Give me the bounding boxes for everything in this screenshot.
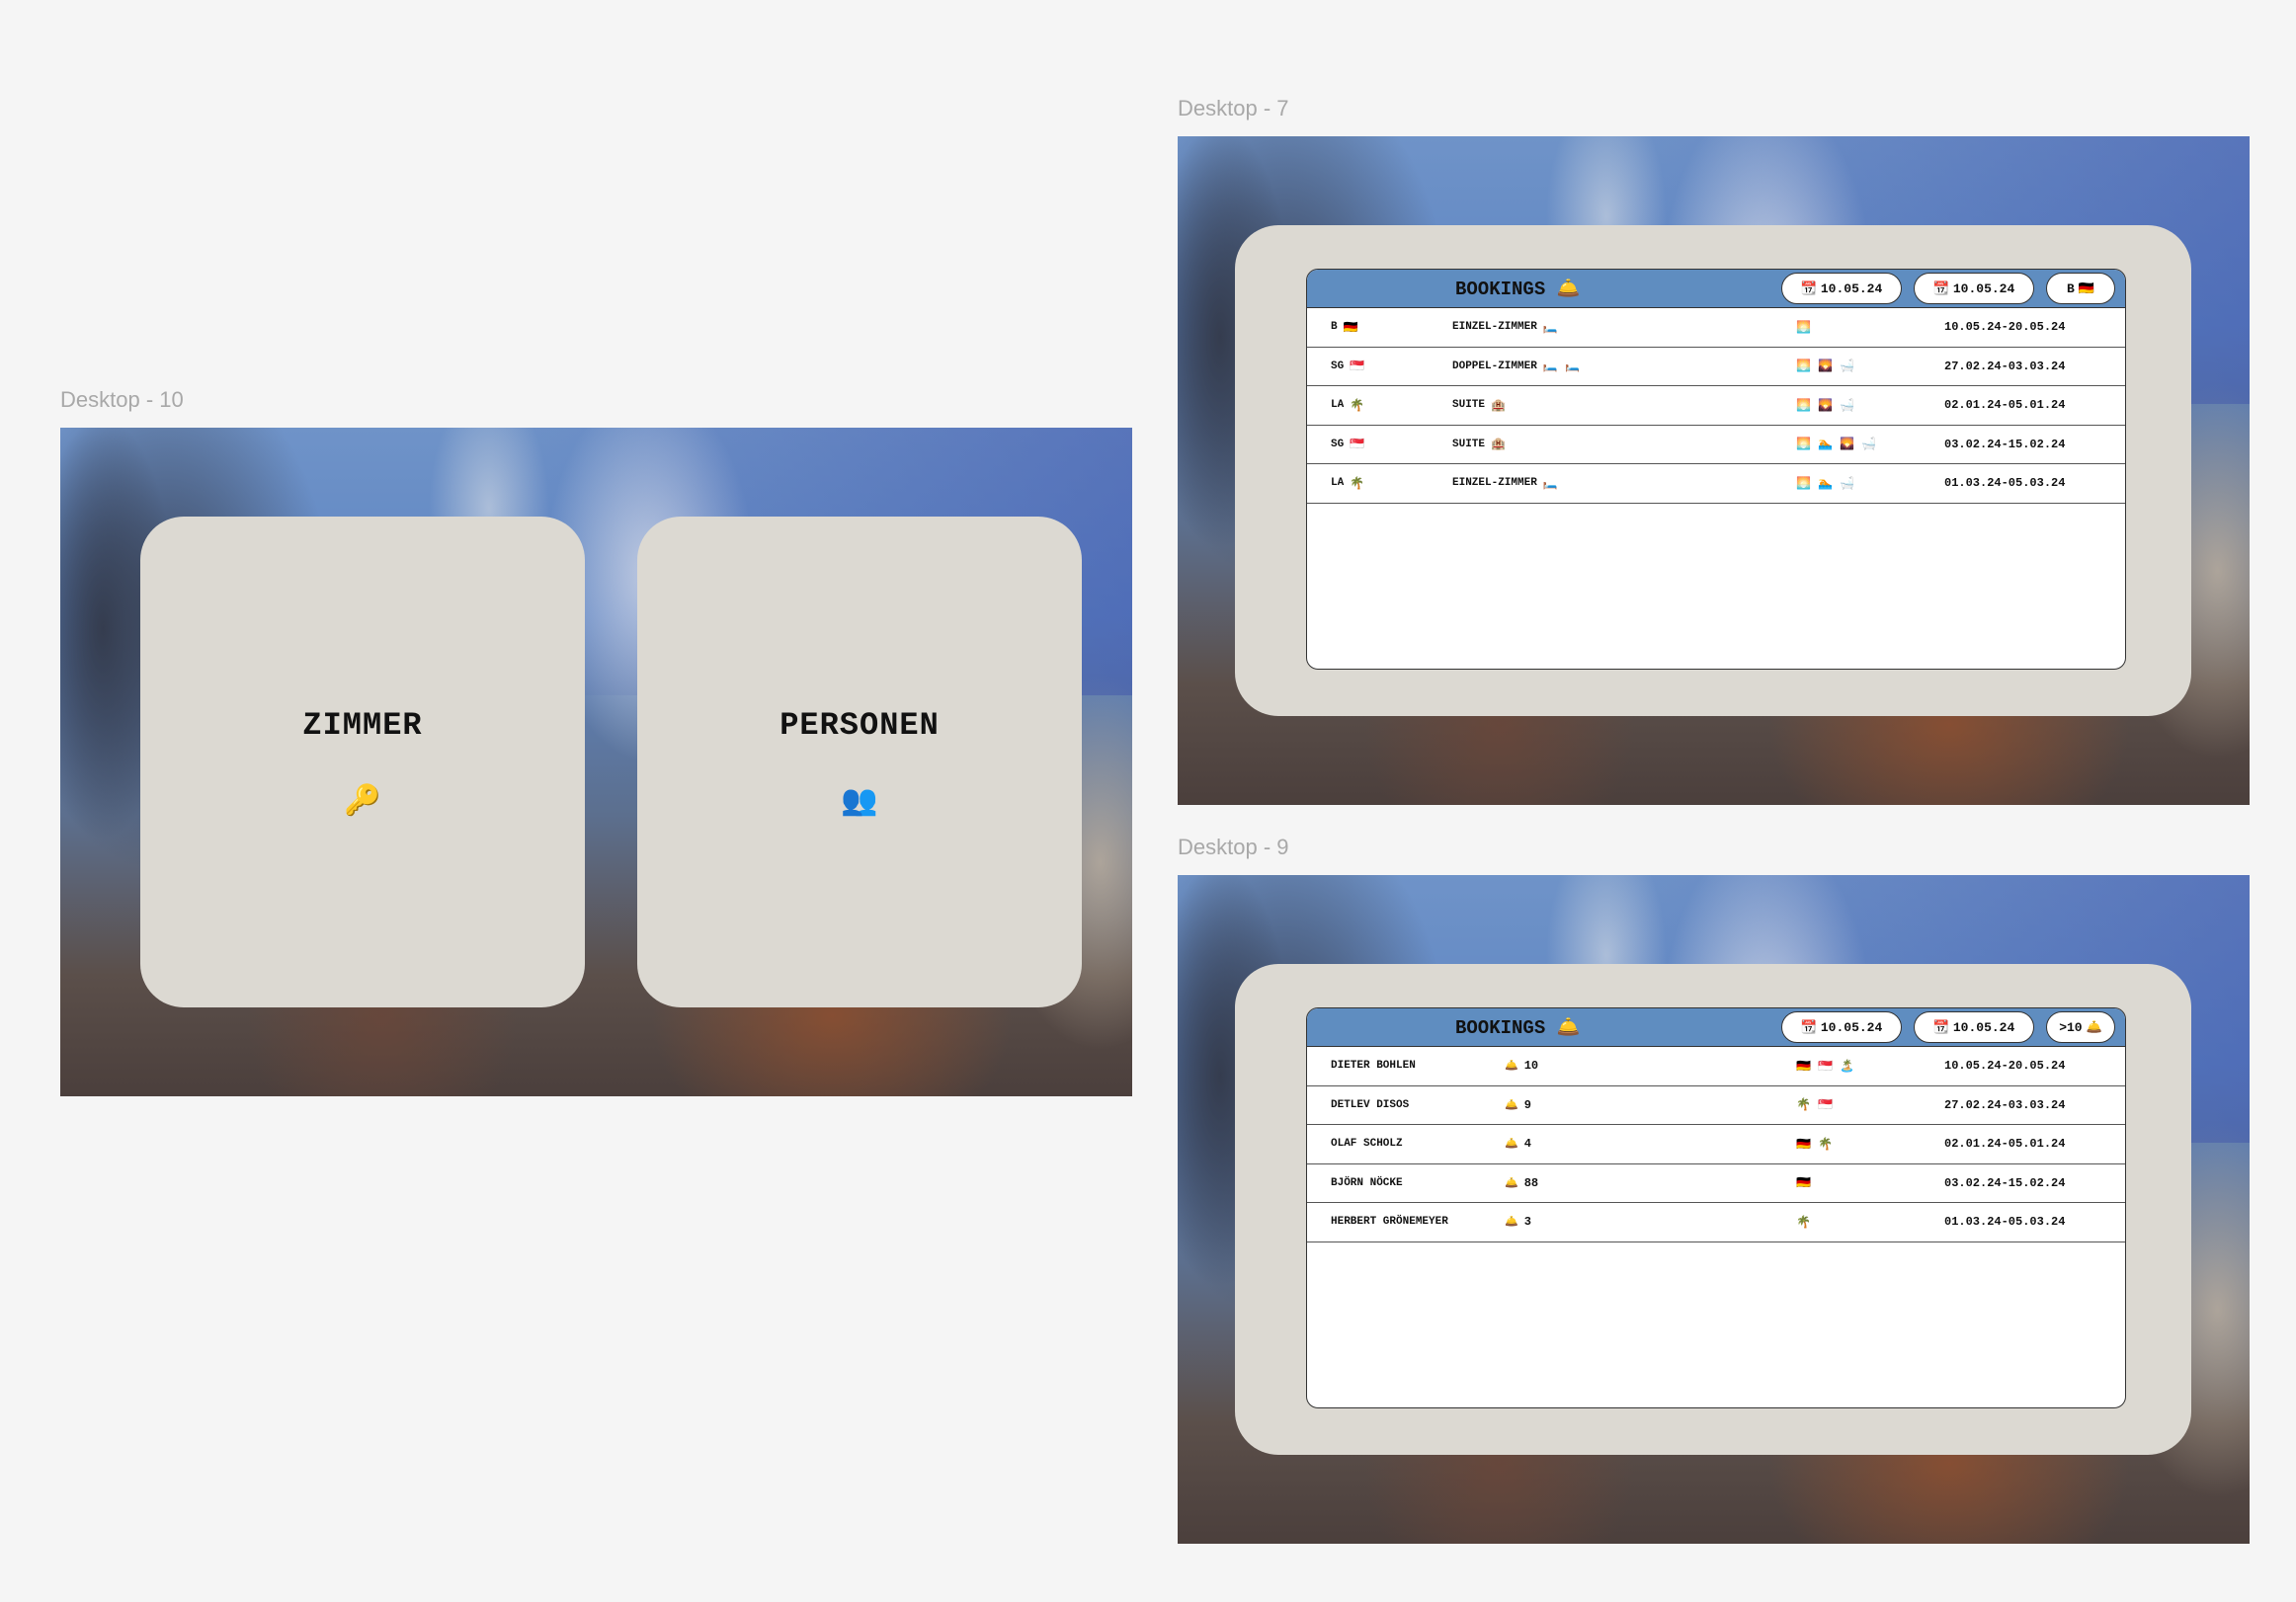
bookings-header: BOOKINGS 🛎️ 📆 10.05.24 📆 10.05.24 B 🇩🇪	[1307, 270, 2125, 308]
date-range: 27.02.24-03.03.24	[1944, 1097, 2066, 1112]
date-to-filter[interactable]: 📆 10.05.24	[1914, 1011, 2034, 1043]
bell-icon: 🛎️	[1505, 1139, 1518, 1152]
person-name: DIETER BOHLEN	[1331, 1060, 1416, 1073]
place-icons: 🇩🇪 🇸🇬 🏝️	[1796, 1059, 1855, 1074]
bookings-panel: BOOKINGS 🛎️ 📆 10.05.24 📆 10.05.24 >10 🛎️…	[1235, 964, 2191, 1455]
zimmer-title: ZIMMER	[302, 706, 423, 744]
bell-icon: 🛎️	[1505, 1177, 1518, 1190]
personen-title: PERSONEN	[779, 706, 940, 744]
booking-count: 10	[1523, 1059, 1539, 1074]
frame-label-desktop-7: Desktop - 7	[1178, 96, 1289, 120]
palm-tree-icon: 🌴	[1350, 476, 1365, 491]
bookings-table: BOOKINGS 🛎️ 📆 10.05.24 📆 10.05.24 >10 🛎️…	[1306, 1007, 2126, 1408]
hotel-icon: 🏨	[1491, 398, 1506, 413]
date-range: 01.03.24-05.03.24	[1944, 476, 2066, 491]
bed-icon: 🛏️	[1542, 320, 1558, 335]
place-icons: 🌴	[1796, 1215, 1811, 1230]
date-range: 03.02.24-15.02.24	[1944, 437, 2066, 451]
calendar-icon: 📆	[1932, 1019, 1949, 1035]
location-filter[interactable]: B 🇩🇪	[2046, 273, 2115, 304]
calendar-icon: 📆	[1800, 1019, 1817, 1035]
amenity-icons: 🌅 🏊 🌄 🛁	[1796, 438, 1877, 452]
bed-icon: 🛏️ 🛏️	[1542, 360, 1580, 374]
bed-icon: 🛏️	[1542, 476, 1558, 491]
date-range: 10.05.24-20.05.24	[1944, 1059, 2066, 1074]
date-range: 03.02.24-15.02.24	[1944, 1175, 2066, 1190]
amenity-icons: 🌅 🏊 🛁	[1796, 476, 1855, 491]
calendar-icon: 📆	[1800, 280, 1817, 296]
booking-count: 9	[1523, 1097, 1531, 1112]
bell-icon: 🛎️	[2086, 1019, 2102, 1035]
date-range: 02.01.24-05.01.24	[1944, 398, 2066, 413]
bookings-count-filter[interactable]: >10 🛎️	[2046, 1011, 2115, 1043]
amenity-icons: 🌅 🌄 🛁	[1796, 360, 1855, 374]
date-range: 02.01.24-05.01.24	[1944, 1137, 2066, 1152]
zimmer-tile[interactable]: ZIMMER 🔑	[140, 517, 585, 1007]
place-icons: 🇩🇪 🌴	[1796, 1137, 1834, 1152]
hotel-icon: 🏨	[1491, 438, 1506, 452]
booking-count: 3	[1523, 1215, 1531, 1230]
date-to-filter[interactable]: 📆 10.05.24	[1914, 273, 2034, 304]
bell-icon: 🛎️	[1505, 1099, 1518, 1112]
bookings-table: BOOKINGS 🛎️ 📆 10.05.24 📆 10.05.24 B 🇩🇪 B…	[1306, 269, 2126, 670]
date-from-filter[interactable]: 📆 10.05.24	[1781, 273, 1902, 304]
date-from-filter[interactable]: 📆 10.05.24	[1781, 1011, 1902, 1043]
bookings-panel: BOOKINGS 🛎️ 📆 10.05.24 📆 10.05.24 B 🇩🇪 B…	[1235, 225, 2191, 716]
flag-germany-icon: 🇩🇪	[1343, 320, 1358, 335]
table-row[interactable]: SG 🇸🇬 DOPPEL-ZIMMER 🛏️ 🛏️ 🌅 🌄 🛁 27.02.24-0…	[1307, 348, 2125, 386]
frame-label-desktop-10: Desktop - 10	[60, 387, 184, 412]
table-row[interactable]: DETLEV DISOS 🛎️ 9 🌴 🇸🇬 27.02.24-03.03.24	[1307, 1086, 2125, 1125]
table-row[interactable]: SG 🇸🇬 SUITE 🏨 🌅 🏊 🌄 🛁 03.02.24-15.02.24	[1307, 426, 2125, 464]
key-icon: 🔑	[344, 783, 381, 817]
bookings-title: BOOKINGS 🛎️	[1455, 279, 1581, 300]
person-name: DETLEV DISOS	[1331, 1098, 1410, 1111]
place-icons: 🇩🇪	[1796, 1176, 1811, 1191]
bookings-header: BOOKINGS 🛎️ 📆 10.05.24 📆 10.05.24 >10 🛎️	[1307, 1008, 2125, 1047]
booking-count: 88	[1523, 1175, 1539, 1190]
bell-icon: 🛎️	[1556, 1017, 1581, 1039]
people-icon: 👥	[841, 783, 878, 817]
personen-tile[interactable]: PERSONEN 👥	[637, 517, 1082, 1007]
frame-label-desktop-9: Desktop - 9	[1178, 835, 1289, 859]
table-row[interactable]: OLAF SCHOLZ 🛎️ 4 🇩🇪 🌴 02.01.24-05.01.24	[1307, 1125, 2125, 1164]
bookings-title: BOOKINGS 🛎️	[1455, 1017, 1581, 1039]
flag-germany-icon: 🇩🇪	[2078, 280, 2094, 296]
place-icons: 🌴 🇸🇬	[1796, 1098, 1834, 1113]
booking-count: 4	[1523, 1137, 1531, 1152]
desktop-10-frame: ZIMMER 🔑 PERSONEN 👥	[60, 428, 1132, 1096]
amenity-icons: 🌅	[1796, 320, 1811, 335]
table-row[interactable]: BJÖRN NÖCKE 🛎️ 88 🇩🇪 03.02.24-15.02.24	[1307, 1164, 2125, 1203]
flag-singapore-icon: 🇸🇬	[1350, 438, 1365, 452]
desktop-7-frame: BOOKINGS 🛎️ 📆 10.05.24 📆 10.05.24 B 🇩🇪 B…	[1178, 136, 2250, 805]
flag-singapore-icon: 🇸🇬	[1350, 360, 1365, 374]
date-range: 10.05.24-20.05.24	[1944, 320, 2066, 335]
date-range: 27.02.24-03.03.24	[1944, 359, 2066, 373]
table-row[interactable]: LA 🌴 EINZEL-ZIMMER 🛏️ 🌅 🏊 🛁 01.03.24-05.03…	[1307, 464, 2125, 504]
table-row[interactable]: DIETER BOHLEN 🛎️ 10 🇩🇪 🇸🇬 🏝️ 10.05.24-20.…	[1307, 1047, 2125, 1086]
table-row[interactable]: B 🇩🇪 EINZEL-ZIMMER 🛏️ 🌅 10.05.24-20.05.24	[1307, 308, 2125, 348]
desktop-9-frame: BOOKINGS 🛎️ 📆 10.05.24 📆 10.05.24 >10 🛎️…	[1178, 875, 2250, 1544]
date-range: 01.03.24-05.03.24	[1944, 1215, 2066, 1230]
bell-icon: 🛎️	[1505, 1217, 1518, 1230]
bell-icon: 🛎️	[1556, 279, 1581, 300]
person-name: BJÖRN NÖCKE	[1331, 1176, 1403, 1189]
table-row[interactable]: LA 🌴 SUITE 🏨 🌅 🌄 🛁 02.01.24-05.01.24	[1307, 386, 2125, 426]
amenity-icons: 🌅 🌄 🛁	[1796, 398, 1855, 413]
person-name: HERBERT GRÖNEMEYER	[1331, 1216, 1448, 1229]
bell-icon: 🛎️	[1505, 1061, 1518, 1074]
palm-tree-icon: 🌴	[1350, 398, 1365, 413]
calendar-icon: 📆	[1932, 280, 1949, 296]
person-name: OLAF SCHOLZ	[1331, 1138, 1403, 1151]
table-row[interactable]: HERBERT GRÖNEMEYER 🛎️ 3 🌴 01.03.24-05.03.…	[1307, 1203, 2125, 1242]
